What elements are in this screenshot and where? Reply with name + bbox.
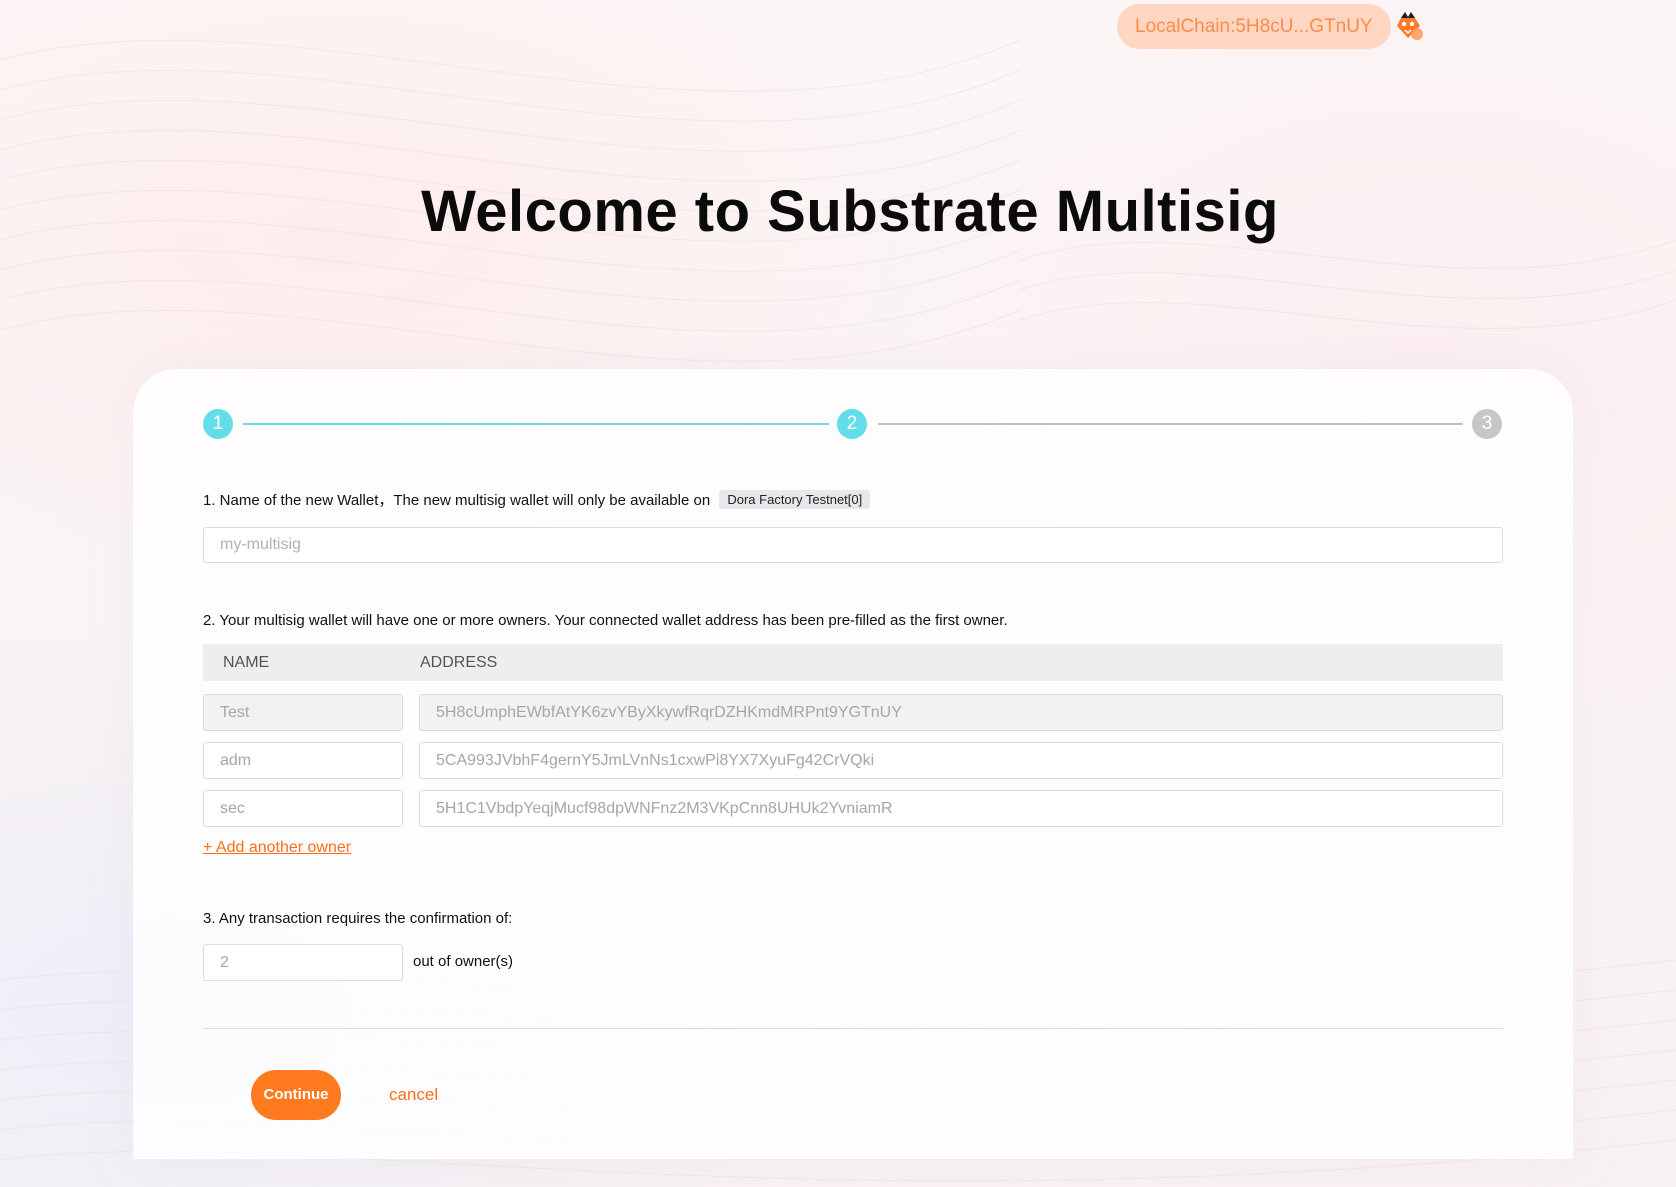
step-3-indicator: 3	[1472, 409, 1502, 439]
owners-table-header: NAME ADDRESS	[203, 644, 1503, 681]
continue-button[interactable]: Continue	[251, 1070, 341, 1120]
network-tag: Dora Factory Testnet[0]	[719, 490, 871, 509]
owner-name-input	[203, 694, 403, 731]
add-owner-link[interactable]: + Add another owner	[203, 839, 351, 857]
step-2-indicator: 2	[837, 409, 867, 439]
threshold-suffix: out of owner(s)	[413, 953, 514, 970]
cancel-button[interactable]: cancel	[389, 1085, 438, 1105]
column-header-address: ADDRESS	[420, 654, 498, 671]
fox-avatar-icon[interactable]	[1391, 8, 1425, 44]
owner-name-input[interactable]	[203, 790, 403, 827]
threshold-input[interactable]	[203, 944, 403, 981]
threshold-label: 3. Any transaction requires the confirma…	[203, 910, 513, 927]
wallet-name-input[interactable]	[203, 527, 1503, 563]
step-connector-2	[878, 423, 1463, 425]
owner-name-input[interactable]	[203, 742, 403, 779]
step-1-indicator: 1	[203, 409, 233, 439]
page-title: Welcome to Substrate Multisig	[421, 179, 1279, 244]
wallet-name-label-text: 1. Name of the new Wallet，The new multis…	[203, 492, 711, 509]
chain-account-button[interactable]: LocalChain:5H8cU...GTnUY	[1117, 4, 1391, 49]
column-header-name: NAME	[223, 654, 270, 671]
divider	[203, 1028, 1503, 1029]
wallet-name-label: 1. Name of the new Wallet，The new multis…	[203, 489, 871, 510]
owner-address-input[interactable]	[419, 742, 1503, 779]
step-connector-1	[243, 423, 829, 425]
owners-label: 2. Your multisig wallet will have one or…	[203, 612, 1008, 629]
owner-address-input[interactable]	[419, 790, 1503, 827]
owner-address-input	[419, 694, 1503, 731]
